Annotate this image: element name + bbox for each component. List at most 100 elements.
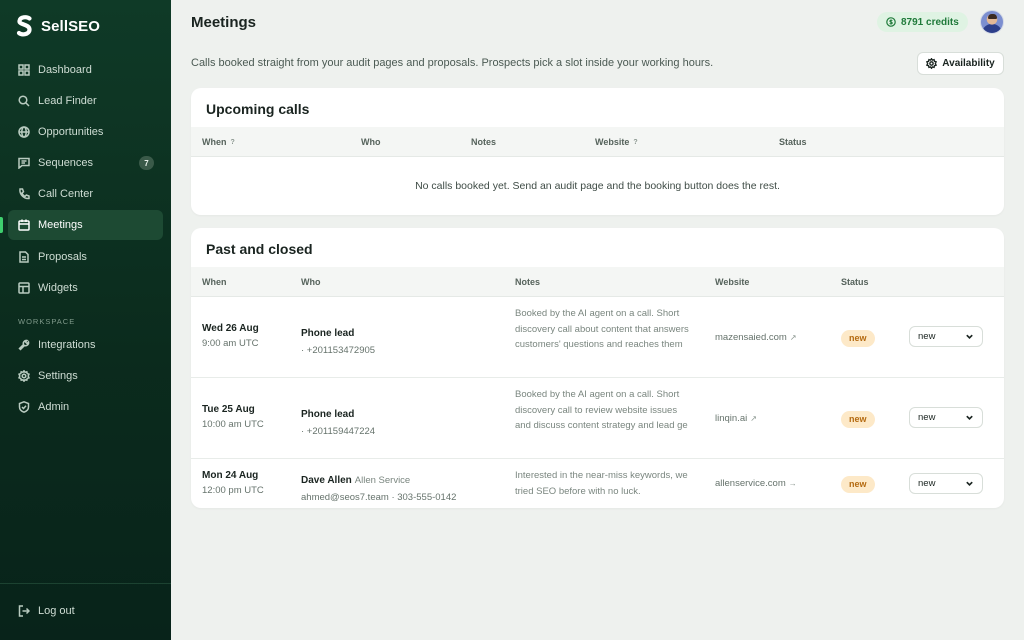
- meeting-time: 9:00 am UTC: [202, 338, 259, 349]
- past-closed-title: Past and closed: [206, 241, 313, 257]
- sidebar: SellSEO Dashboard Lead Finder Opportunit…: [0, 0, 171, 640]
- gear-icon: [18, 369, 30, 382]
- shield-icon: [18, 400, 30, 413]
- sidebar-nav: Dashboard Lead Finder Opportunities Sequ…: [0, 55, 163, 423]
- avatar[interactable]: [980, 10, 1004, 34]
- when-cell: Tue 25 Aug 10:00 am UTC: [202, 404, 264, 430]
- brand-name: SellSEO: [41, 17, 101, 35]
- help-icon[interactable]: ?: [633, 139, 637, 146]
- column-header-website: Website: [715, 277, 750, 287]
- logout-button[interactable]: Log out: [8, 596, 163, 626]
- column-header-who: Who: [301, 277, 321, 287]
- sidebar-item-label: Integrations: [38, 338, 96, 351]
- sidebar-item-label: Meetings: [38, 219, 83, 232]
- search-icon: [18, 95, 30, 107]
- sidebar-item-label: Lead Finder: [38, 95, 97, 108]
- sidebar-item-label: Settings: [38, 369, 78, 382]
- who-cell: Dave Allen Allen Service ahmed@seos7.team…: [301, 470, 456, 503]
- website-link[interactable]: linqin.ai ↗: [715, 413, 757, 424]
- brand-logo-icon: [16, 15, 32, 37]
- credits-badge[interactable]: 8791 credits: [877, 12, 968, 32]
- logout-label: Log out: [38, 605, 75, 617]
- column-header-status: Status: [779, 137, 807, 147]
- sidebar-item-label: Sequences: [38, 157, 94, 170]
- upcoming-table-header: When ? Who Notes Website ? Status: [191, 127, 1004, 157]
- table-row[interactable]: Wed 26 Aug 9:00 am UTC Phone lead · +201…: [191, 297, 1004, 378]
- meeting-date: Tue 25 Aug: [202, 404, 255, 415]
- notes-cell: Booked by the AI agent on a call. Short …: [515, 389, 688, 431]
- arrow-right-icon: →: [788, 479, 797, 488]
- widget-icon: [18, 281, 30, 294]
- contact-name: Phone lead: [301, 409, 355, 420]
- column-header-notes: Notes: [471, 137, 497, 147]
- sidebar-item-dashboard[interactable]: Dashboard: [8, 55, 163, 85]
- coin-icon: [886, 17, 896, 27]
- status-cell: new: [841, 474, 875, 493]
- contact-company: Allen Service: [354, 475, 411, 486]
- contact-details: · +201153472905: [301, 345, 376, 356]
- sidebar-item-sequences[interactable]: Sequences 7: [8, 148, 163, 178]
- meeting-time: 10:00 am UTC: [202, 419, 264, 430]
- brand[interactable]: SellSEO: [16, 15, 100, 37]
- status-cell: new: [841, 409, 875, 428]
- sidebar-item-integrations[interactable]: Integrations: [8, 330, 163, 360]
- column-header-notes: Notes: [515, 277, 541, 287]
- external-link-icon: ↗: [750, 414, 757, 423]
- column-header-when: When: [202, 277, 227, 287]
- when-cell: Mon 24 Aug 12:00 pm UTC: [202, 470, 264, 496]
- contact-name: Phone lead: [301, 328, 355, 339]
- column-header-when[interactable]: When ?: [202, 137, 235, 147]
- status-select[interactable]: new: [909, 473, 983, 494]
- sidebar-item-label: Widgets: [38, 281, 78, 294]
- website-link[interactable]: mazensaied.com ↗: [715, 332, 797, 343]
- sidebar-item-label: Opportunities: [38, 126, 104, 139]
- website-link[interactable]: allenservice.com →: [715, 478, 797, 489]
- notes-cell: Interested in the near-miss keywords, we…: [515, 470, 688, 497]
- help-icon[interactable]: ?: [231, 139, 235, 146]
- meeting-time: 12:00 pm UTC: [202, 485, 264, 496]
- page-subtitle: Calls booked straight from your audit pa…: [191, 57, 714, 69]
- when-cell: Wed 26 Aug 9:00 am UTC: [202, 323, 259, 349]
- sidebar-item-label: Call Center: [38, 188, 94, 201]
- sidebar-item-label: Proposals: [38, 250, 87, 263]
- status-badge: new: [841, 410, 875, 428]
- availability-label: Availability: [942, 58, 995, 69]
- upcoming-calls-title: Upcoming calls: [206, 101, 310, 117]
- chevron-down-icon: [966, 481, 973, 486]
- dashboard-icon: [18, 64, 30, 76]
- page-title: Meetings: [191, 14, 257, 31]
- notes-cell: Booked by the AI agent on a call. Short …: [515, 308, 689, 350]
- sidebar-item-label: Dashboard: [38, 64, 92, 76]
- wrench-icon: [18, 339, 30, 351]
- credits-label: 8791 credits: [901, 16, 959, 28]
- sidebar-item-lead-finder[interactable]: Lead Finder: [8, 86, 163, 116]
- sidebar-item-proposals[interactable]: Proposals: [8, 242, 163, 272]
- message-icon: [18, 157, 30, 170]
- chevron-down-icon: [966, 334, 973, 339]
- sidebar-item-admin[interactable]: Admin: [8, 392, 163, 422]
- availability-button[interactable]: Availability: [917, 52, 1004, 75]
- workspace-section-label: WORKSPACE: [18, 316, 76, 326]
- sidebar-item-opportunities[interactable]: Opportunities: [8, 117, 163, 147]
- table-row[interactable]: Tue 25 Aug 10:00 am UTC Phone lead · +20…: [191, 378, 1004, 459]
- status-select[interactable]: new: [909, 326, 983, 347]
- status-select[interactable]: new: [909, 407, 983, 428]
- table-row[interactable]: Mon 24 Aug 12:00 pm UTC Dave Allen Allen …: [191, 459, 1004, 508]
- sidebar-item-meetings[interactable]: Meetings: [0, 210, 163, 241]
- status-cell: new: [841, 328, 875, 347]
- meeting-date: Mon 24 Aug: [202, 470, 259, 481]
- sidebar-divider: [0, 583, 171, 584]
- logout-container: Log out: [8, 596, 163, 627]
- sidebar-item-settings[interactable]: Settings: [8, 361, 163, 391]
- logout-icon: [18, 605, 30, 617]
- status-badge: new: [841, 329, 875, 347]
- sidebar-item-call-center[interactable]: Call Center: [8, 179, 163, 209]
- column-header-status: Status: [841, 277, 869, 287]
- status-badge: new: [841, 475, 875, 493]
- document-icon: [18, 250, 30, 263]
- column-header-who: Who: [361, 137, 381, 147]
- meeting-date: Wed 26 Aug: [202, 323, 259, 334]
- past-closed-card: Past and closed When Who Notes Website S…: [191, 228, 1004, 508]
- sidebar-item-widgets[interactable]: Widgets: [8, 273, 163, 303]
- column-header-website[interactable]: Website ?: [595, 137, 638, 147]
